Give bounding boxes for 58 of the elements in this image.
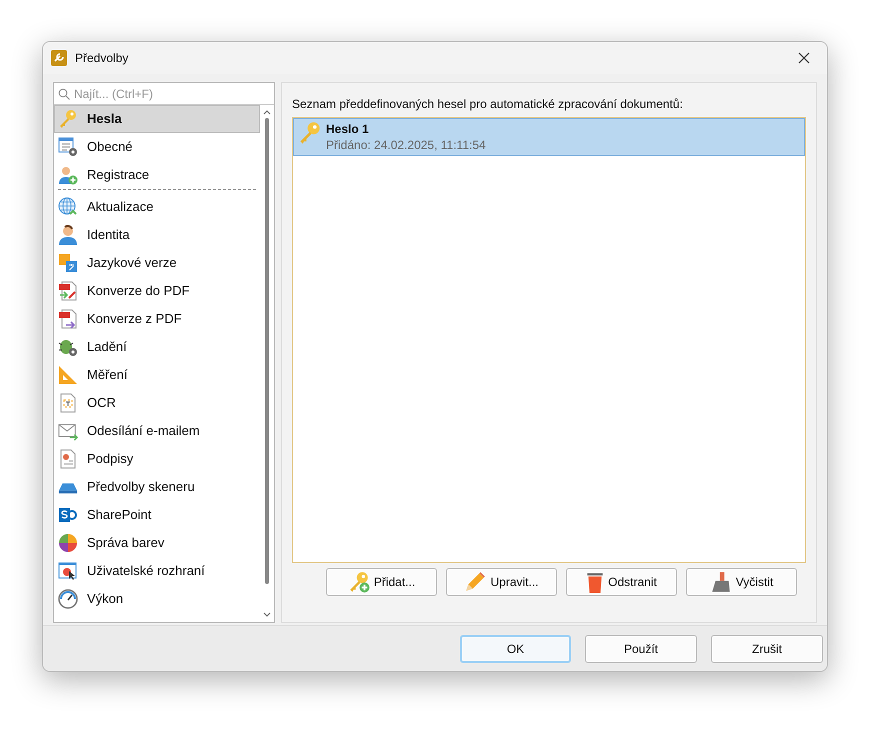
search-field[interactable]: Najít... (Ctrl+F) [74,84,270,102]
category-item[interactable]: Obecné [54,133,260,161]
window-title: Předvolby [75,50,128,67]
search-icon [58,88,70,100]
pencil-icon [464,571,486,593]
sharepoint-icon [58,505,78,525]
category-item[interactable]: Odesílání e-mailem [54,417,260,445]
ruler-triangle-icon [58,365,78,385]
user-icon [58,225,78,245]
ocr-document-icon [58,393,78,413]
category-item[interactable]: Předvolby skeneru [54,473,260,501]
category-item[interactable]: Výkon [54,585,260,613]
category-item[interactable]: Podpisy [54,445,260,473]
pdf-document-icon [58,309,78,329]
dialog-button[interactable]: OK [460,634,571,662]
key-icon [58,109,78,129]
category-item[interactable]: Registrace [54,161,260,189]
scroll-up-icon [263,109,271,115]
category-item[interactable]: Aktualizace [54,193,260,221]
scroll-down-icon [263,612,271,618]
category-item[interactable]: Ladění [54,333,260,361]
action-button[interactable]: Přidat... [326,568,437,596]
envelope-icon [58,421,78,441]
category-item[interactable]: Jazykové verze [54,249,260,277]
key-icon [298,121,322,145]
key-add-icon [348,571,370,593]
category-item[interactable]: Hesla [54,105,260,133]
password-name: Heslo 1 [326,121,370,137]
translate-icon [58,253,78,273]
color-wheel-icon [58,533,78,553]
action-button[interactable]: Upravit... [446,568,557,596]
dialog-button[interactable]: Použít [585,634,697,662]
category-item[interactable]: Konverze z PDF [54,305,260,333]
certificate-icon [58,449,78,469]
category-item[interactable]: Správa barev [54,529,260,557]
brush-icon [710,571,732,593]
action-button[interactable]: Odstranit [566,568,677,596]
close-icon [798,52,810,64]
password-item[interactable]: Heslo 1 Přidáno: 24.02.2025, 11:11:54 [293,118,805,156]
category-item[interactable]: Uživatelské rozhraní [54,557,260,585]
pdf-document-icon [58,281,78,301]
gauge-icon [58,589,78,609]
bug-icon [58,337,78,357]
category-item[interactable]: Identita [54,221,260,249]
list-caption: Seznam předdefinovaných hesel pro automatické zpracování dokumentů: [292,96,684,113]
settings-icon [58,137,78,157]
category-item[interactable]: SharePoint [54,501,260,529]
window-cursor-icon [58,561,78,581]
user-add-icon [58,165,78,185]
category-item[interactable]: Měření [54,361,260,389]
trash-icon [586,571,604,593]
globe-icon [58,197,78,217]
app-logo-icon [51,50,67,66]
password-date: Přidáno: 24.02.2025, 11:11:54 [326,137,486,153]
category-item[interactable]: OCR [54,389,260,417]
dialog-button[interactable]: Zrušit [711,634,823,662]
category-item[interactable]: Konverze do PDF [54,277,260,305]
action-button[interactable]: Vyčistit [686,568,797,596]
